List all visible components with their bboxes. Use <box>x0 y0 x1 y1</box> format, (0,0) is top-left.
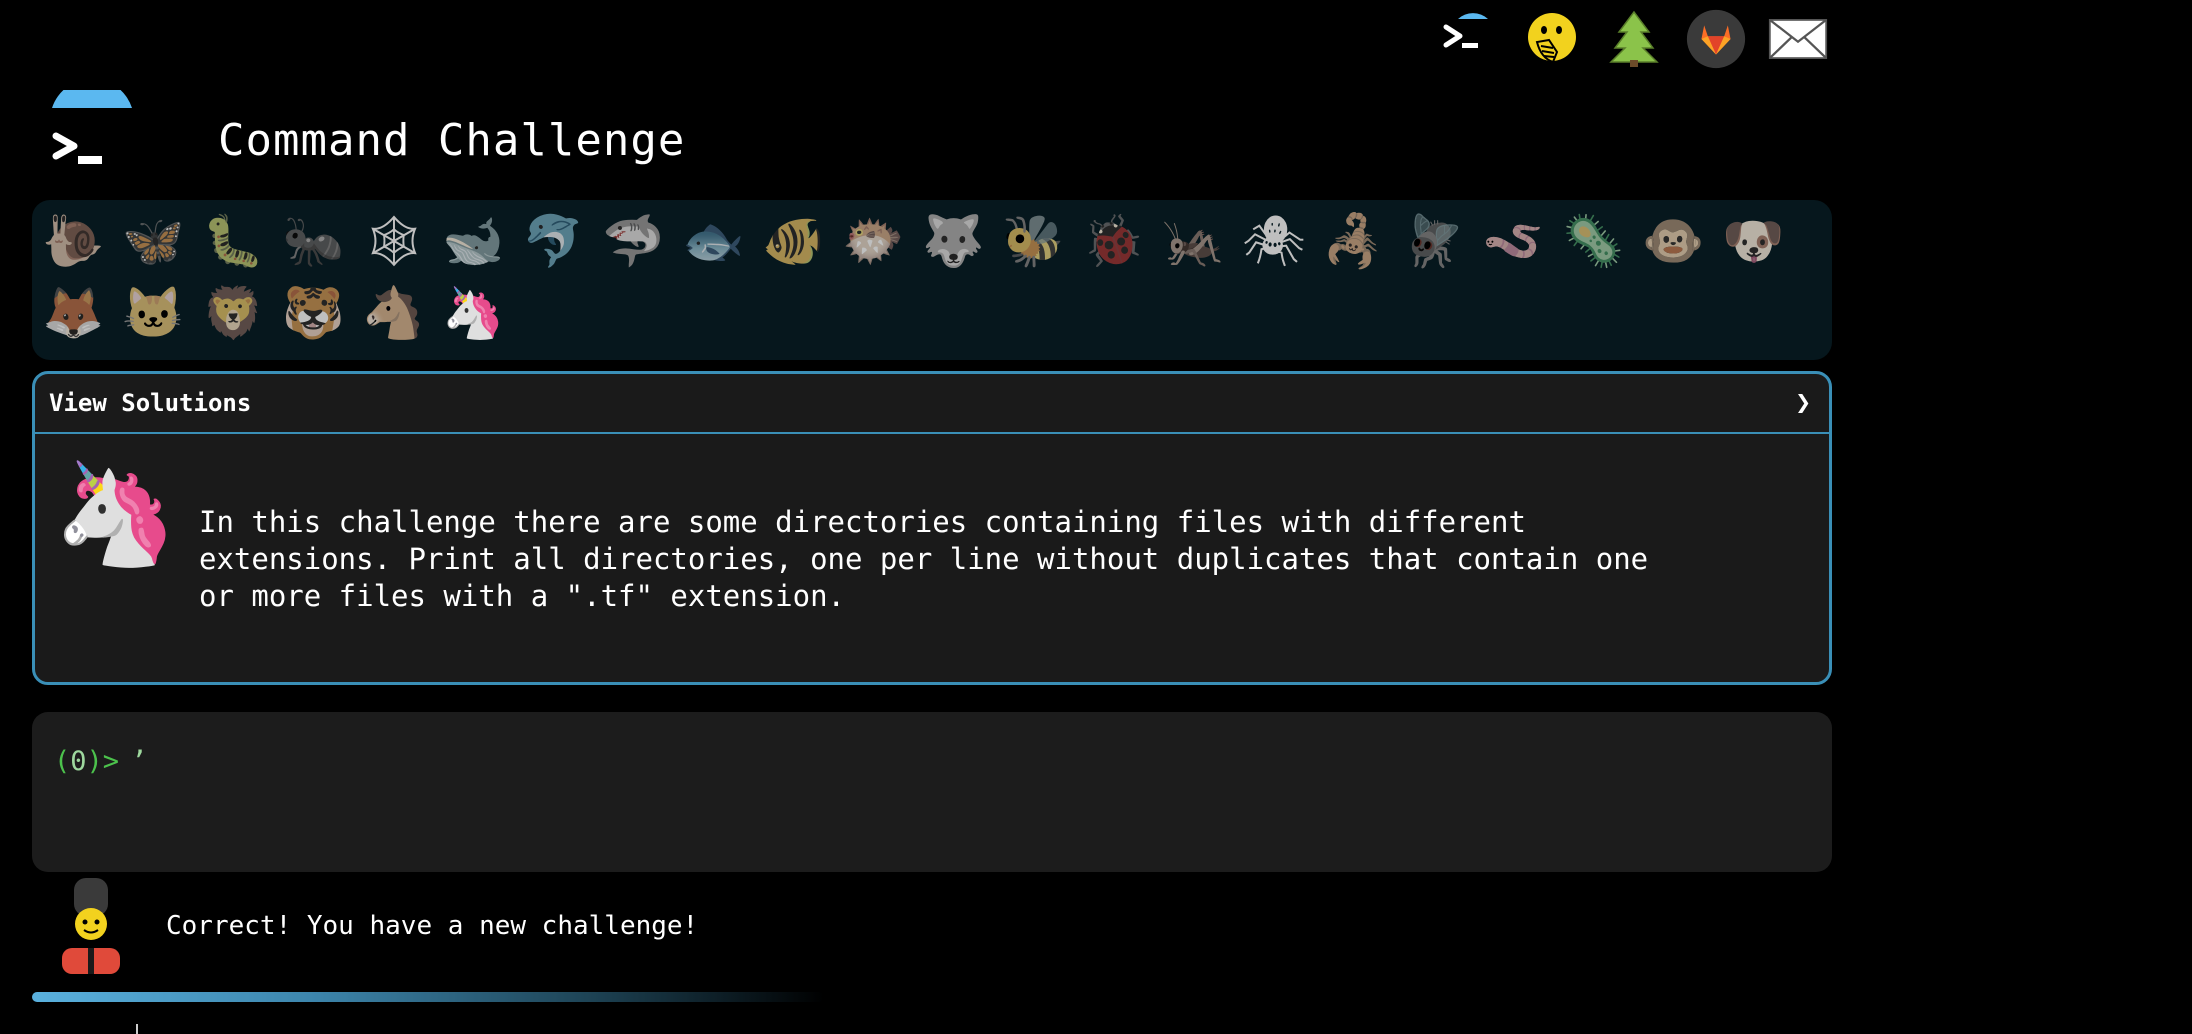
challenge-worm-icon[interactable]: 🪱 <box>1482 208 1544 274</box>
challenge-whale-icon[interactable]: 🐋 <box>442 208 504 274</box>
terminal-input-area[interactable]: (0)> ’ <box>32 712 1832 872</box>
challenge-bee-icon[interactable]: 🐝 <box>1002 208 1064 274</box>
challenge-cricket-icon[interactable]: 🦗 <box>1162 208 1224 274</box>
challenge-butterfly-icon[interactable]: 🦋 <box>122 208 184 274</box>
chevron-right-icon: ❯ <box>1795 388 1811 418</box>
challenge-dolphin-icon[interactable]: 🐬 <box>522 208 584 274</box>
challenge-horse-icon[interactable]: 🐴 <box>362 280 424 346</box>
challenge-dog-icon[interactable]: 🐶 <box>1722 208 1784 274</box>
challenge-spider-icon[interactable]: 🕷 <box>1242 208 1305 274</box>
challenge-fly-icon[interactable]: 🪰 <box>1402 208 1464 274</box>
challenge-fox-icon[interactable]: 🦊 <box>42 280 104 346</box>
challenge-body: 🦄 In this challenge there are some direc… <box>35 434 1829 635</box>
face-with-hand-over-mouth-icon[interactable] <box>1522 9 1582 69</box>
page-title: Command Challenge <box>218 114 686 166</box>
challenge-lion-icon[interactable]: 🦁 <box>202 280 264 346</box>
challenge-fish-icon[interactable]: 🐟 <box>682 208 744 274</box>
challenge-panel: View Solutions ❯ 🦄 In this challenge the… <box>32 371 1832 685</box>
envelope-icon[interactable] <box>1768 9 1828 69</box>
challenge-tropical-fish-icon[interactable]: 🐠 <box>762 208 824 274</box>
prompt-close: )> <box>86 746 120 777</box>
challenge-monkey-icon[interactable]: 🐵 <box>1642 208 1704 274</box>
terminal-command-input[interactable]: ’ <box>131 746 147 777</box>
text-cursor <box>136 1024 138 1034</box>
challenge-description: In this challenge there are some directo… <box>199 505 1649 613</box>
challenge-tiger-icon[interactable]: 🐯 <box>282 280 344 346</box>
challenge-microbe-icon[interactable]: 🦠 <box>1562 208 1624 274</box>
progress-fill <box>32 992 824 1002</box>
top-icon-row <box>1440 6 1828 72</box>
challenge-snail-icon[interactable]: 🐌 <box>42 208 104 274</box>
terminal-logo-icon[interactable] <box>48 78 138 190</box>
guardsman-icon <box>56 876 126 976</box>
feedback-row: Correct! You have a new challenge! <box>56 876 698 976</box>
evergreen-tree-icon[interactable] <box>1604 9 1664 69</box>
challenge-wolf-icon[interactable]: 🐺 <box>922 208 984 274</box>
terminal-logo-icon[interactable] <box>1440 9 1500 69</box>
challenge-blowfish-icon[interactable]: 🐡 <box>842 208 904 274</box>
prompt-open: ( <box>54 746 71 777</box>
unicorn-icon: 🦄 <box>53 455 178 572</box>
header: Command Challenge <box>48 78 686 190</box>
challenge-caterpillar-icon[interactable]: 🐛 <box>202 208 264 274</box>
challenge-ant-icon[interactable]: 🐜 <box>282 208 344 274</box>
view-solutions-label: View Solutions <box>49 389 252 417</box>
view-solutions-toggle[interactable]: View Solutions ❯ <box>35 374 1829 434</box>
challenge-cat-icon[interactable]: 🐱 <box>122 280 184 346</box>
progress-bar <box>32 992 1832 1002</box>
challenge-unicorn-icon[interactable]: 🦄 <box>442 280 504 346</box>
challenge-scorpion-icon[interactable]: 🦂 <box>1322 208 1384 274</box>
challenge-spider-web-icon[interactable]: 🕸 <box>362 208 425 274</box>
gitlab-icon[interactable] <box>1686 9 1746 69</box>
challenge-shark-icon[interactable]: 🦈 <box>602 208 664 274</box>
feedback-message: Correct! You have a new challenge! <box>166 911 699 941</box>
challenge-selector: 🐌 🦋 🐛 🐜 🕸 🐋 🐬 🦈 🐟 🐠 🐡 🐺 🐝 🐞 🦗 🕷 🦂 🪰 🪱 🦠 🐵 🐶 🦊 🐱 🦁 🐯 🐴 🦄 <box>32 200 1832 360</box>
challenge-ladybug-icon[interactable]: 🐞 <box>1082 208 1144 274</box>
prompt-count: 0 <box>70 746 87 777</box>
